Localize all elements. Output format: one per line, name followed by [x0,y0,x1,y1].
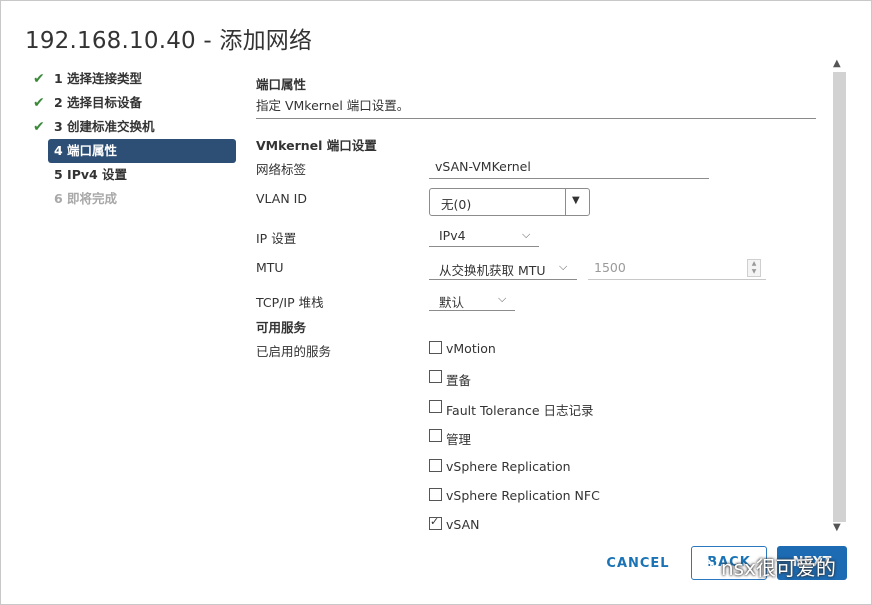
step-6: 6 即将完成 [31,187,241,211]
vlan-id-value: 无(0) [441,197,472,212]
scroll-down-icon[interactable]: ▼ [833,522,841,533]
mtu-label: MTU [256,260,284,275]
watermark-text: nsx很可爱的 [721,555,836,580]
ip-settings-label: IP 设置 [256,231,297,246]
step-4[interactable]: 4 端口属性 [48,139,236,163]
available-services-title: 可用服务 [256,320,307,335]
network-label-label: 网络标签 [256,162,307,177]
stepper-icon[interactable]: ▲ ▼ [747,259,761,277]
section-title: 端口属性 [256,77,307,92]
step-2[interactable]: ✔ 2 选择目标设备 [31,91,241,115]
mtu-number-underline [588,279,766,280]
management-label: 管理 [446,432,472,447]
divider [256,118,816,119]
step-1[interactable]: ✔ 1 选择连接类型 [31,67,241,91]
vlan-id-select[interactable]: 无(0) ▼ [429,188,590,216]
ip-settings-underline [429,246,539,247]
watermark: nsx很可爱的 [694,552,836,580]
step-3[interactable]: ✔ 3 创建标准交换机 [31,115,241,139]
tcpip-stack-label: TCP/IP 堆栈 [256,295,324,310]
vsphere-replication-nfc-label: vSphere Replication NFC [446,488,600,503]
chevron-down-icon[interactable]: ⌵ [498,292,506,306]
vmotion-checkbox[interactable] [429,341,442,354]
dialog-title: 192.168.10.40 - 添加网络 [25,28,313,54]
tcpip-stack-select[interactable]: 默认 [439,292,464,311]
check-icon: ✔ [33,95,45,111]
wechat-icon [694,557,716,574]
chevron-down-icon[interactable]: ⌵ [522,228,530,242]
vsphere-replication-checkbox[interactable] [429,459,442,472]
tcpip-stack-underline [429,310,515,311]
ip-settings-select[interactable]: IPv4 [439,228,466,243]
step-label: 1 选择连接类型 [54,71,143,86]
vsphere-replication-nfc-checkbox[interactable] [429,488,442,501]
provisioning-label: 置备 [446,373,472,388]
vlan-id-label: VLAN ID [256,191,307,206]
check-icon: ✔ [33,71,45,87]
step-label: 3 创建标准交换机 [54,119,155,134]
section-description: 指定 VMkernel 端口设置。 [256,98,410,113]
vsan-checkbox[interactable]: ✓ [429,515,442,530]
check-icon: ✔ [33,119,45,135]
network-label-input[interactable]: vSAN-VMKernel [435,159,531,174]
network-label-underline [429,178,709,179]
scroll-up-icon[interactable]: ▲ [833,58,841,69]
mtu-select-underline [429,279,577,280]
cancel-button[interactable]: CANCEL [601,552,675,576]
step-label: 4 端口属性 [54,143,118,158]
add-network-dialog: 192.168.10.40 - 添加网络 ✔ 1 选择连接类型 ✔ 2 选择目标设备… [0,0,872,605]
step-label: 5 IPv4 设置 [54,167,128,182]
select-divider [565,189,566,215]
chevron-down-icon[interactable]: ⌵ [559,260,567,274]
vmotion-label: vMotion [446,341,496,356]
wizard-steps: ✔ 1 选择连接类型 ✔ 2 选择目标设备 ✔ 3 创建标准交换机 4 端口属性 5 … [31,67,241,211]
vsphere-replication-label: vSphere Replication [446,459,571,474]
vmkernel-settings-title: VMkernel 端口设置 [256,138,377,153]
fault-tolerance-checkbox[interactable] [429,400,442,413]
mtu-select[interactable]: 从交换机获取 MTU [439,260,546,279]
scroll-thumb[interactable] [833,72,846,522]
fault-tolerance-label: Fault Tolerance 日志记录 [446,403,594,418]
caret-down-icon[interactable]: ▼ [572,195,580,206]
check-icon: ✓ [430,515,440,528]
step-label: 2 选择目标设备 [54,95,143,110]
provisioning-checkbox[interactable] [429,370,442,383]
step-label: 6 即将完成 [54,191,118,206]
step-5[interactable]: 5 IPv4 设置 [31,163,241,187]
vsan-label: vSAN [446,517,480,532]
vertical-scrollbar[interactable]: ▲ ▼ [831,58,847,536]
management-checkbox[interactable] [429,429,442,442]
enabled-services-label: 已启用的服务 [256,344,332,359]
mtu-number-input[interactable]: 1500 [594,260,626,275]
